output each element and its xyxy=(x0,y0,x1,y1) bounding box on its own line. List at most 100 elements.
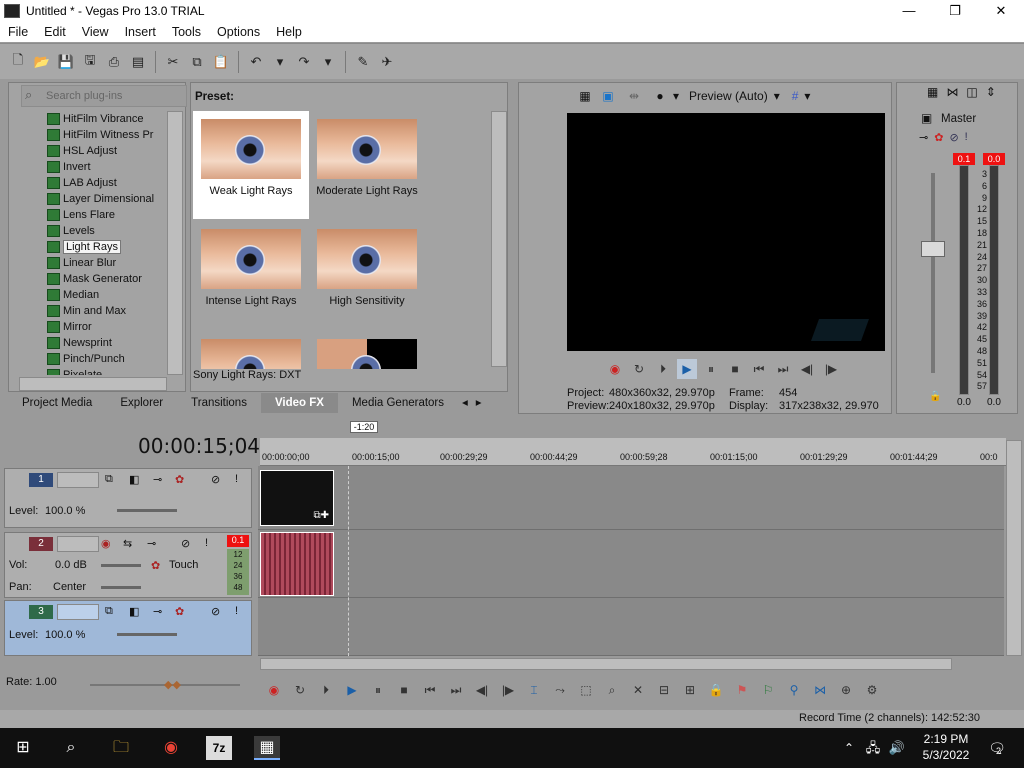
plugin-item[interactable]: Min and Max xyxy=(19,303,177,319)
track-insert-icon[interactable]: ⊸ xyxy=(147,537,156,550)
plugin-item[interactable]: Lens Flare xyxy=(19,207,177,223)
redo-icon[interactable]: ↷ xyxy=(293,51,315,73)
master-mute-icon[interactable]: ⊘ xyxy=(949,131,958,144)
timeline-tracks[interactable]: ⧉✚ xyxy=(258,466,1004,656)
preview-quality-dropdown[interactable]: Preview (Auto) xyxy=(689,89,768,103)
track-2-lane[interactable] xyxy=(258,530,1004,598)
timeline-hscroll[interactable] xyxy=(260,658,952,670)
plugin-item[interactable]: Newsprint xyxy=(19,335,177,351)
plugin-search-input[interactable]: Search plug-ins xyxy=(21,85,187,107)
preset-thumbnail[interactable] xyxy=(309,331,425,369)
go-to-end-icon[interactable]: ⏭ xyxy=(773,359,793,379)
open-icon[interactable]: 📂 xyxy=(31,51,53,73)
external-monitor-icon[interactable]: ▣ xyxy=(595,89,621,103)
preset-vscroll[interactable] xyxy=(491,111,507,367)
track-insert-icon[interactable]: ⊸ xyxy=(153,605,162,618)
show-hidden-icons-icon[interactable]: ⌃ xyxy=(836,736,862,760)
grid-overlay-icon[interactable]: # xyxy=(792,89,799,103)
loop-region-marker[interactable]: -1:20 xyxy=(350,421,378,433)
plugin-item[interactable]: Linear Blur xyxy=(19,255,177,271)
plugin-item[interactable]: Mask Generator xyxy=(19,271,177,287)
taskbar-search-icon[interactable]: ⌕ xyxy=(58,736,84,760)
new-icon[interactable]: 🗋 xyxy=(7,51,29,73)
previous-frame-icon[interactable]: ◀| xyxy=(797,359,817,379)
go-to-end-icon[interactable]: ⏭ xyxy=(446,683,466,698)
pause-icon[interactable]: ⏸ xyxy=(368,683,388,698)
mute-icon[interactable]: ⊘ xyxy=(211,473,220,486)
timeline-ruler[interactable]: 00:00:00;00 00:00:15;00 00:00:29;29 00:0… xyxy=(260,438,1006,466)
menu-file[interactable]: File xyxy=(0,25,36,39)
marker-icon[interactable]: ⚑ xyxy=(732,683,752,697)
track-3-name-field[interactable] xyxy=(57,604,99,620)
preset-moderate-light-rays[interactable]: Moderate Light Rays xyxy=(309,111,425,219)
downmix-icon[interactable]: ⋈ xyxy=(946,85,958,99)
stop-icon[interactable]: ■ xyxy=(725,359,745,379)
tab-explorer[interactable]: Explorer xyxy=(106,393,177,413)
volume-icon[interactable]: 🔊 xyxy=(884,736,910,760)
split-screen-icon[interactable]: ⇹ xyxy=(621,89,647,103)
preset-thumbnail[interactable] xyxy=(193,331,309,369)
play-icon[interactable]: ▶ xyxy=(677,359,697,379)
mute-icon[interactable]: ⊘ xyxy=(211,605,220,618)
stop-icon[interactable]: ■ xyxy=(394,683,414,697)
render-icon[interactable]: ⎙ xyxy=(103,51,125,73)
help-icon[interactable]: ✈ xyxy=(376,51,398,73)
maximize-button[interactable]: ❐ xyxy=(932,0,978,22)
undo-icon[interactable]: ↶ xyxy=(245,51,267,73)
tab-scroll-left-icon[interactable]: ◂ xyxy=(458,393,472,413)
envelope-tool-icon[interactable]: ⤳ xyxy=(550,683,570,698)
plugin-item[interactable]: Invert xyxy=(19,159,177,175)
clip-fx-icon[interactable]: ⧉✚ xyxy=(313,510,329,521)
grid-dropdown-icon[interactable]: ▾ xyxy=(804,89,810,103)
preset-high-sensitivity[interactable]: High Sensitivity xyxy=(309,221,425,329)
undo-dropdown-icon[interactable]: ▾ xyxy=(269,51,291,73)
menu-view[interactable]: View xyxy=(74,25,117,39)
compositing-icon[interactable]: ◧ xyxy=(129,473,139,486)
vegas-taskbar-icon[interactable]: ▦ xyxy=(254,736,280,760)
tab-project-media[interactable]: Project Media xyxy=(8,393,106,413)
copy-icon[interactable]: ⧉ xyxy=(186,51,208,73)
rate-slider-handle-icon[interactable]: ◆◆ xyxy=(164,678,181,691)
explore-icon[interactable]: ✎ xyxy=(352,51,374,73)
master-fader-handle[interactable] xyxy=(921,241,945,257)
menu-options[interactable]: Options xyxy=(209,25,268,39)
track-level-slider[interactable] xyxy=(117,509,177,512)
pause-icon[interactable]: ⏸ xyxy=(701,359,721,379)
split-icon[interactable]: ⊞ xyxy=(680,683,700,697)
plugin-item[interactable]: Median xyxy=(19,287,177,303)
loop-icon[interactable]: ↻ xyxy=(290,683,310,697)
auto-crossfade-icon[interactable]: ⋈ xyxy=(810,683,830,697)
track-3-lane[interactable] xyxy=(258,598,1004,656)
plugin-item[interactable]: Layer Dimensional xyxy=(19,191,177,207)
7zip-icon[interactable]: 7z xyxy=(206,736,232,760)
preview-settings-icon[interactable]: ▦ xyxy=(575,89,595,103)
paste-icon[interactable]: 📋 xyxy=(210,51,232,73)
play-icon[interactable]: ▶ xyxy=(342,683,362,697)
track-fx-icon[interactable]: ✿ xyxy=(151,559,160,572)
preset-intense-light-rays[interactable]: Intense Light Rays xyxy=(193,221,309,329)
tab-video-fx[interactable]: Video FX xyxy=(260,393,338,413)
overlay-dropdown-icon[interactable]: ▾ xyxy=(673,89,683,103)
ripple-edit-icon[interactable]: ⊕ xyxy=(836,683,856,697)
automation-mode[interactable]: Touch xyxy=(169,559,198,571)
previous-frame-icon[interactable]: ◀| xyxy=(472,683,492,697)
track-fx-icon[interactable]: ✿ xyxy=(175,473,184,486)
menu-tools[interactable]: Tools xyxy=(164,25,209,39)
track-3-header[interactable]: 3 Level: 100.0 % ⧉ ◧ ⊸ ✿ ⊘ ! xyxy=(4,600,252,656)
preset-weak-light-rays[interactable]: Weak Light Rays xyxy=(193,111,309,219)
menu-edit[interactable]: Edit xyxy=(36,25,74,39)
region-icon[interactable]: ⚐ xyxy=(758,683,778,697)
track-1-name-field[interactable] xyxy=(57,472,99,488)
loop-icon[interactable]: ↻ xyxy=(629,359,649,379)
file-explorer-icon[interactable]: 🗀 xyxy=(108,736,134,760)
normal-edit-tool-icon[interactable]: ⌶ xyxy=(524,683,544,698)
overlay-icon[interactable]: ● xyxy=(647,89,673,103)
plugin-item[interactable]: Light Rays xyxy=(19,239,177,255)
track-1-header[interactable]: 1 Level: 100.0 % ⧉ ◧ ⊸ ✿ ⊘ ! xyxy=(4,468,252,528)
volume-slider[interactable] xyxy=(101,564,141,567)
next-frame-icon[interactable]: |▶ xyxy=(821,359,841,379)
compositing-icon[interactable]: ◧ xyxy=(129,605,139,618)
close-button[interactable]: ✕ xyxy=(978,0,1024,22)
dim-output-icon[interactable]: ◫ xyxy=(966,85,977,99)
plugin-item[interactable]: HSL Adjust xyxy=(19,143,177,159)
